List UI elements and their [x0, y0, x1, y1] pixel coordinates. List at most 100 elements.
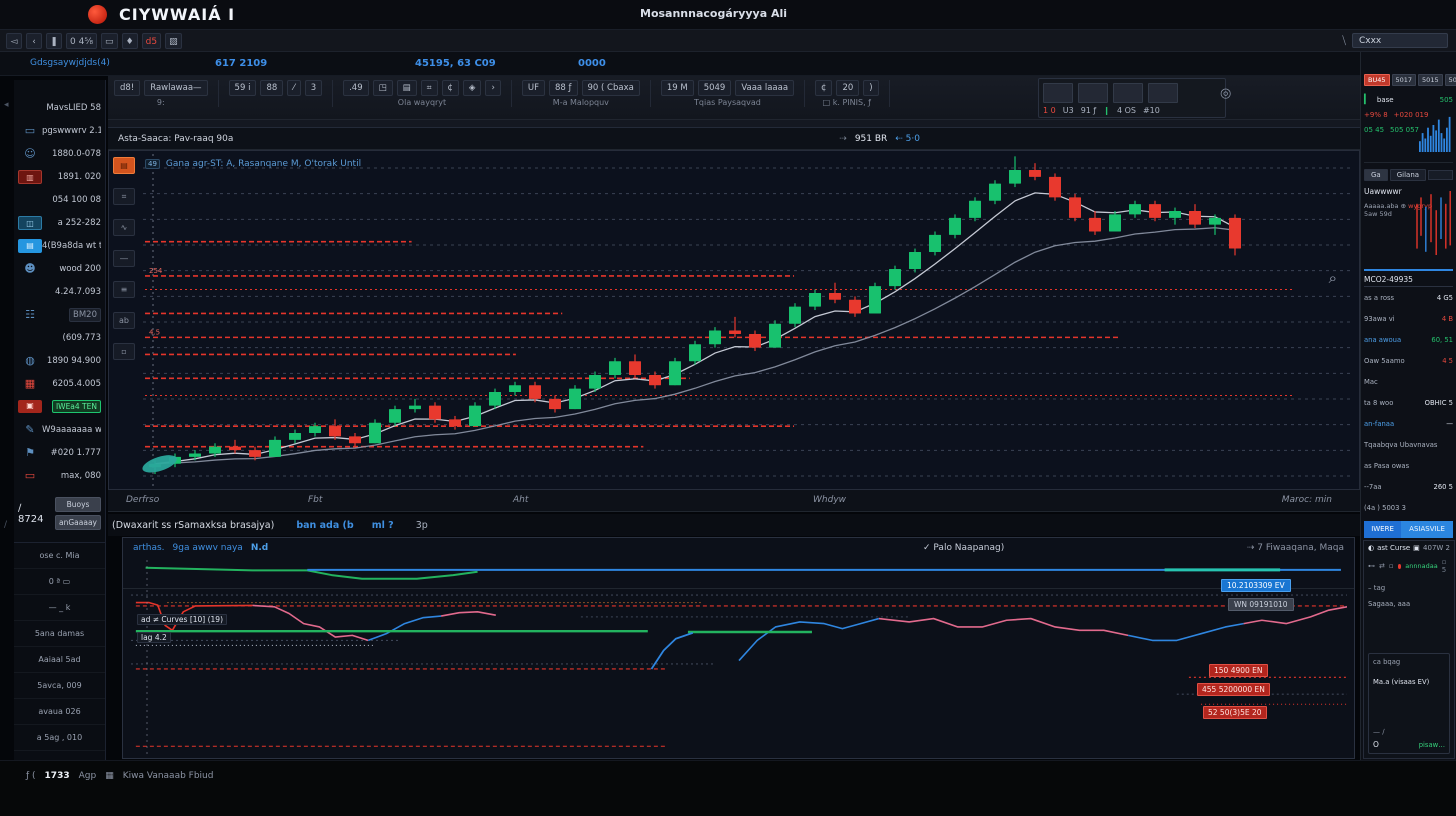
text-tool-button[interactable]: ab — [113, 312, 135, 329]
chart-value-link[interactable]: 951 BR — [855, 134, 887, 144]
trendline-tool-button[interactable]: ∿ — [113, 219, 135, 236]
hline-tool-button[interactable]: ― — [113, 250, 135, 267]
secondary-action-button[interactable]: ASIASVILE — [1401, 521, 1453, 538]
toolbar-button-0-1[interactable]: Rawlawaa— — [144, 80, 207, 96]
sidebar-item-5[interactable]: ◫a 252-282 — [14, 211, 105, 234]
order-tool-icon-2[interactable]: ▫ — [1389, 562, 1394, 570]
sidebar-item-4[interactable]: •054 100 08 — [14, 188, 105, 211]
toolbar-button-3-0[interactable]: UF — [522, 80, 545, 96]
indicator-link-0[interactable]: ban ada (b — [296, 520, 353, 531]
menu-button-0[interactable]: ◅ — [6, 33, 22, 49]
order-tab-3[interactable]: 5004 — [1445, 74, 1456, 86]
sidebar-item-10[interactable]: •(609.773 — [14, 326, 105, 349]
sidebar-item-13[interactable]: ▣IWEa4 TEN — [14, 395, 105, 418]
symbol-list-item-4[interactable]: Aaiaal 5ad — [14, 647, 105, 673]
sidebar-item-2[interactable]: ☺1880.0-078 — [14, 142, 105, 165]
fib-tool-button[interactable]: ≡ — [113, 281, 135, 298]
toolbar-button-2-1[interactable]: ◳ — [373, 80, 393, 96]
crosshair-tool-button[interactable]: ⌗ — [113, 188, 135, 205]
watchlist-row-9[interactable]: --7aa260 5 — [1364, 476, 1453, 497]
sidebar-item-0[interactable]: •MavsLIED 58 — [14, 96, 105, 119]
symbol-list-item-2[interactable]: — _ k — [14, 595, 105, 621]
watchlist-row-7[interactable]: Tqaabqva Ubavnavas — [1364, 434, 1453, 455]
eraser-tool-button[interactable]: ▫ — [113, 343, 135, 360]
toolbar-button-3-2[interactable]: 90 ( Cbaxa — [582, 80, 640, 96]
watchlist-row-2[interactable]: ana awoua60, 51 — [1364, 329, 1453, 350]
search-input[interactable] — [1352, 33, 1448, 48]
toolbar-button-4-1[interactable]: 5049 — [698, 80, 732, 96]
menu-button-7[interactable]: ▨ — [165, 33, 182, 49]
chart-thumbnail-0[interactable] — [1043, 83, 1073, 103]
collapse-left-icon[interactable]: ◂ — [4, 100, 9, 110]
symbol-list-item-3[interactable]: 5ana damas — [14, 621, 105, 647]
sidebar-item-11[interactable]: ◍1890 94.900 — [14, 349, 105, 372]
auto-reload-toggle[interactable]: ✓ Palo Naapanag) — [923, 543, 1004, 553]
symbol-list-item-5[interactable]: 5avca, 009 — [14, 673, 105, 699]
panel-settings-link[interactable]: ⇢ 7 Fiwaaqana, Maqa — [1247, 543, 1344, 553]
oscillator-source[interactable]: N.d — [251, 543, 268, 553]
rsi-canvas[interactable] — [131, 590, 1347, 758]
oscillator-params[interactable]: 9ga awwv naya — [173, 543, 243, 553]
sidebar-item-12[interactable]: ▦6205.4.005 — [14, 372, 105, 395]
menu-button-1[interactable]: ‹ — [26, 33, 42, 49]
price-chart-canvas[interactable]: 2544.5 — [139, 152, 1358, 488]
symbol-list-item-7[interactable]: a 5ag , 010 — [14, 725, 105, 751]
account-link[interactable]: Gdsgsaywjdjds(4) — [30, 58, 110, 68]
watchlist-row-4[interactable]: Mac — [1364, 371, 1453, 392]
symbol-list-item-0[interactable]: ose c. Mia — [14, 543, 105, 569]
sidebar-footer-button-1[interactable]: anGaaaay — [55, 515, 101, 530]
moon-icon[interactable]: ◐ — [1368, 544, 1374, 552]
divider-handle-icon[interactable]: ∕ — [4, 520, 7, 530]
order-tab-2[interactable]: 5015 — [1418, 74, 1443, 86]
order-tool-icon-0[interactable]: ⊷ — [1368, 562, 1375, 570]
details-link[interactable]: pisaw… — [1419, 741, 1445, 749]
sidebar-item-7[interactable]: ☻wood 200 — [14, 257, 105, 280]
watchlist-row-10[interactable]: (4a ) 5003 3 — [1364, 497, 1453, 518]
toolbar-button-2-0[interactable]: .49 — [343, 80, 369, 96]
gear-icon[interactable]: ◎ — [1220, 86, 1231, 101]
grid-icon[interactable]: ▣ — [1413, 544, 1420, 552]
chart-thumbnail-1[interactable] — [1078, 83, 1108, 103]
oscillator-name[interactable]: arthas. — [133, 543, 165, 553]
menu-button-3[interactable]: 0 4⅝ — [66, 33, 97, 49]
menu-button-4[interactable]: ▭ — [101, 33, 118, 49]
watchlist-row-1[interactable]: 93awa vi4 B — [1364, 308, 1453, 329]
menu-button-5[interactable]: ♦ — [122, 33, 138, 49]
primary-action-button[interactable]: IWERE — [1364, 521, 1401, 538]
order-tab-1[interactable]: 5017 — [1392, 74, 1417, 86]
sidebar-item-9[interactable]: ☷BM20 — [14, 303, 105, 326]
toolbar-button-2-6[interactable]: › — [485, 80, 500, 96]
toolbar-button-2-3[interactable]: ⌗ — [421, 80, 438, 96]
toolbar-button-1-2[interactable]: ⁄ — [287, 80, 300, 96]
toolbar-button-5-0[interactable]: ¢ — [815, 80, 832, 96]
watchlist-row-3[interactable]: Oaw 5aamo4 5 — [1364, 350, 1453, 371]
toolbar-button-3-1[interactable]: 88 ƒ — [549, 80, 578, 96]
sidebar-item-15[interactable]: ⚑#020 1.777 — [14, 441, 105, 464]
menu-button-6[interactable]: d5 — [142, 33, 161, 49]
chart-thumbnail-3[interactable] — [1148, 83, 1178, 103]
equity-line-canvas[interactable] — [131, 560, 1347, 586]
account-tab-0[interactable]: Ga — [1364, 169, 1388, 181]
window-restore-icon[interactable]: ⧹ — [1342, 34, 1346, 48]
toolbar-button-2-4[interactable]: ¢ — [442, 80, 459, 96]
time-axis[interactable]: Maroc: min DerfrsoFbtAhtWhdyw — [108, 490, 1360, 512]
toolbar-button-4-0[interactable]: 19 M — [661, 80, 694, 96]
toolbar-button-2-2[interactable]: ▤ — [397, 80, 417, 96]
watchlist-row-8[interactable]: as Pasa owas — [1364, 455, 1453, 476]
collapsed-panel-strip[interactable] — [108, 120, 1360, 128]
toolbar-button-2-5[interactable]: ◈ — [463, 80, 482, 96]
order-tool-icon-1[interactable]: ⇄ — [1379, 562, 1385, 570]
indicator-link-1[interactable]: ml ? — [372, 520, 394, 531]
chart-range-link[interactable]: ⇠ 5·0 — [895, 134, 920, 144]
order-tab-0[interactable]: BU45 — [1364, 74, 1390, 86]
toolbar-button-1-0[interactable]: 59 i — [229, 80, 257, 96]
symbol-list-item-1[interactable]: 0 ª ▭ — [14, 569, 105, 595]
sidebar-item-6[interactable]: ▤4(B9a8da wt ta — [14, 234, 105, 257]
sidebar-item-8[interactable]: •4.24.7.093 — [14, 280, 105, 303]
toolbar-button-5-1[interactable]: 20 — [836, 80, 859, 96]
sidebar-item-3[interactable]: ▥1891. 020 — [14, 165, 105, 188]
toolbar-button-1-3[interactable]: 3 — [305, 80, 322, 96]
symbol-list-item-6[interactable]: avaua 026 — [14, 699, 105, 725]
sidebar-item-16[interactable]: ▭max, 080 — [14, 464, 105, 487]
watchlist-row-5[interactable]: ta 8 wooOBHIC 5 — [1364, 392, 1453, 413]
